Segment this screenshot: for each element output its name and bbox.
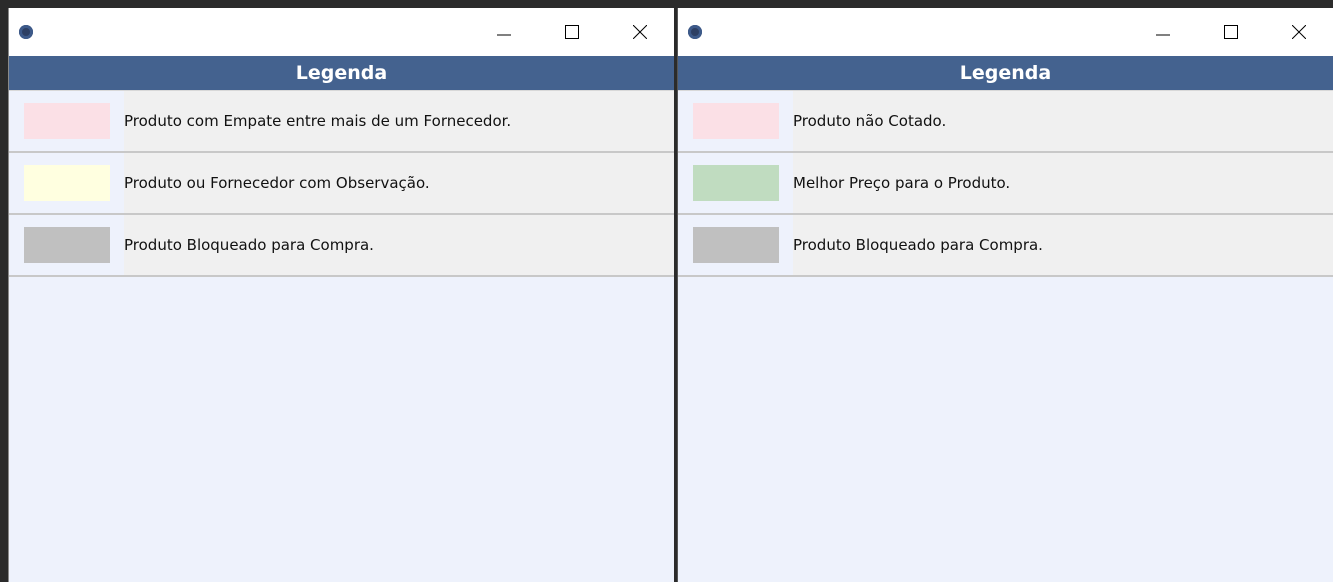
swatch-cell — [678, 91, 793, 151]
app-icon — [19, 25, 33, 39]
legend-item: Produto não Cotado. — [678, 90, 1333, 153]
color-swatch — [692, 165, 779, 201]
color-swatch — [692, 103, 779, 139]
legend-window-right: Legenda Produto não Cotado. Melhor Preço… — [677, 8, 1333, 582]
color-swatch — [23, 227, 110, 263]
legend-item: Produto com Empate entre mais de um Forn… — [9, 90, 674, 153]
swatch-cell — [678, 215, 793, 275]
swatch-cell — [678, 153, 793, 213]
window-controls — [470, 8, 674, 56]
swatch-cell — [9, 91, 124, 151]
close-button[interactable] — [606, 8, 674, 56]
legend-label: Produto ou Fornecedor com Observação. — [124, 174, 430, 192]
color-swatch — [692, 227, 779, 263]
legend-label: Produto Bloqueado para Compra. — [124, 236, 374, 254]
color-swatch — [23, 165, 110, 201]
legend-list: Produto não Cotado. Melhor Preço para o … — [678, 90, 1333, 277]
legend-item: Produto Bloqueado para Compra. — [678, 215, 1333, 277]
minimize-icon — [497, 34, 511, 36]
maximize-button[interactable] — [1197, 8, 1265, 56]
legend-label: Produto não Cotado. — [793, 112, 947, 130]
title-bar[interactable] — [678, 8, 1333, 56]
legend-item: Produto Bloqueado para Compra. — [9, 215, 674, 277]
legend-label: Melhor Preço para o Produto. — [793, 174, 1011, 192]
close-icon — [633, 25, 647, 39]
close-icon — [1292, 25, 1306, 39]
minimize-icon — [1156, 34, 1170, 36]
legend-item: Produto ou Fornecedor com Observação. — [9, 153, 674, 215]
legend-list: Produto com Empate entre mais de um Forn… — [9, 90, 674, 277]
swatch-cell — [9, 215, 124, 275]
legend-header: Legenda — [9, 56, 674, 90]
legend-label: Produto com Empate entre mais de um Forn… — [124, 112, 512, 130]
maximize-icon — [1224, 25, 1238, 39]
desktop: Legenda Produto com Empate entre mais de… — [0, 0, 1333, 582]
legend-window-left: Legenda Produto com Empate entre mais de… — [8, 8, 674, 582]
legend-item: Melhor Preço para o Produto. — [678, 153, 1333, 215]
app-icon — [688, 25, 702, 39]
legend-label: Produto Bloqueado para Compra. — [793, 236, 1043, 254]
window-controls — [1129, 8, 1333, 56]
title-bar[interactable] — [9, 8, 674, 56]
minimize-button[interactable] — [470, 8, 538, 56]
swatch-cell — [9, 153, 124, 213]
legend-header: Legenda — [678, 56, 1333, 90]
close-button[interactable] — [1265, 8, 1333, 56]
color-swatch — [23, 103, 110, 139]
minimize-button[interactable] — [1129, 8, 1197, 56]
maximize-icon — [565, 25, 579, 39]
maximize-button[interactable] — [538, 8, 606, 56]
